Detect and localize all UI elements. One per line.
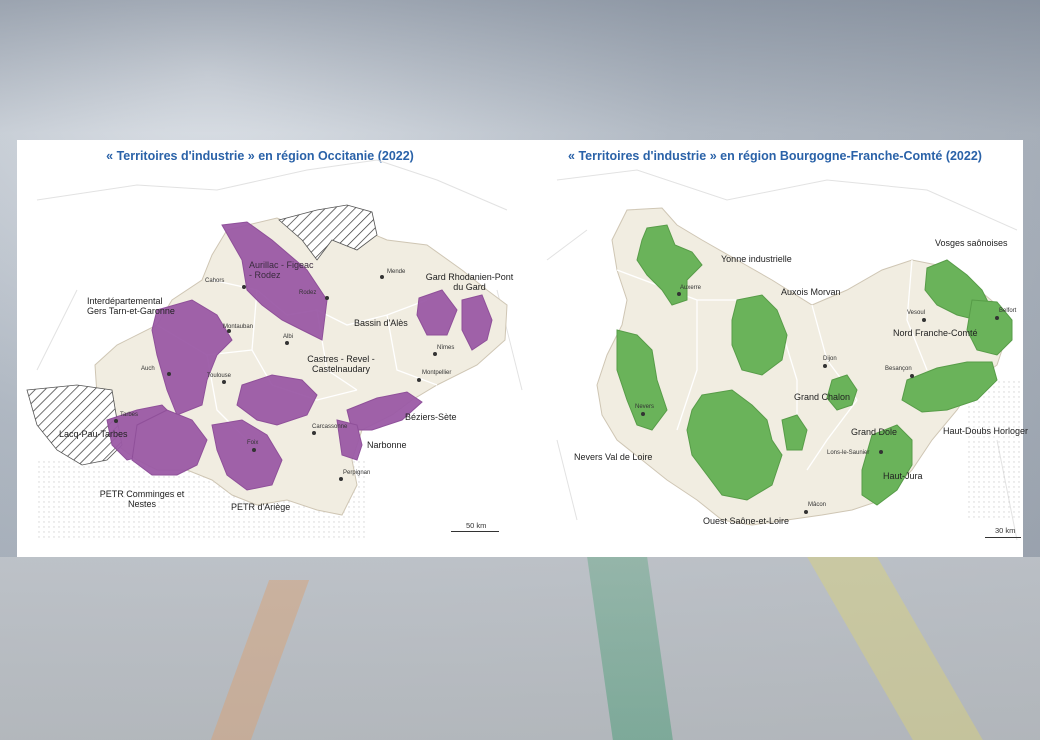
territory-label-castres: Castres - Revel - Castelnaudary (307, 354, 375, 374)
city-dot (879, 450, 883, 454)
territory-label-petr-comminges: PETR Comminges et Nestes (99, 489, 185, 509)
city-dot (995, 316, 999, 320)
scale-bar (985, 537, 1021, 538)
city-label: Nîmes (437, 345, 455, 351)
territory-label-grand-dole: Grand Dole (851, 427, 898, 437)
city-label: Montauban (223, 324, 254, 330)
city-label: Lons-le-Saunier (827, 450, 870, 456)
territory-label-narbonne: Narbonne (367, 440, 407, 450)
city-label: Tarbes (120, 412, 139, 418)
city-label: Perpignan (343, 470, 371, 476)
territory-label-haut-jura: Haut-Jura (883, 471, 923, 481)
city-dot (312, 431, 316, 435)
territory-label-petr-ariege: PETR d'Ariège (231, 502, 291, 512)
territory-label-bassin-ales: Bassin d'Alès (354, 318, 408, 328)
territory-label-nord-franche-comte: Nord Franche-Comté (893, 328, 978, 338)
territory-label-gard-rhodanien: Gard Rhodanien-Pont du Gard (425, 272, 514, 292)
territory-label-lacq-pau-tarbes: Lacq-Pau-Tarbes (59, 429, 128, 439)
city-label: Auch (141, 366, 155, 372)
city-label: Cahors (205, 278, 225, 284)
city-label: Nevers (635, 404, 655, 410)
city-dot (641, 412, 645, 416)
city-dot (222, 380, 226, 384)
city-dot (417, 378, 421, 382)
bfc-map: « Territoires d'industrie » en région Bo… (527, 140, 1028, 557)
city-dot (252, 448, 256, 452)
territory-label-grand-chalon: Grand Chalon (794, 392, 851, 402)
bfc-map-graphic (546, 169, 1023, 541)
city-label: Rodez (299, 290, 317, 296)
city-label: Belfort (999, 308, 1017, 314)
scale-label: 30 km (995, 526, 1016, 535)
city-label: Montpellier (422, 370, 452, 376)
territory-label-aurillac: Aurillac - Figeac - Rodez (249, 260, 314, 280)
occitanie-map: « Territoires d'industrie » en région Oc… (17, 140, 527, 557)
city-label: Vesoul (907, 310, 926, 316)
city-dot (167, 372, 171, 376)
scale-label: 50 km (466, 521, 487, 530)
city-label: Mende (387, 269, 406, 275)
city-label: Mâcon (808, 502, 827, 508)
city-label: Toulouse (207, 373, 232, 379)
city-label: Carcassonne (312, 424, 348, 430)
city-dot (922, 318, 926, 322)
territory-label-nevers-val-de-loire: Nevers Val de Loire (574, 452, 653, 462)
scale-bar (451, 531, 499, 532)
city-dot (823, 364, 827, 368)
city-dot (242, 285, 246, 289)
city-dot (433, 352, 437, 356)
maps-panel: « Territoires d'industrie » en région Oc… (17, 140, 1028, 557)
territory-label-vosges-saonoises: Vosges saônoises (935, 238, 1008, 248)
territory-label-beziers-sete: Béziers-Sète (405, 412, 457, 422)
city-label: Besançon (885, 366, 912, 372)
city-dot (339, 477, 343, 481)
territory-label-ouest-saone-et-loire: Ouest Saône-et-Loire (703, 516, 790, 526)
territory-label-auxois-morvan: Auxois Morvan (781, 287, 841, 297)
city-dot (285, 341, 289, 345)
city-dot (910, 374, 914, 378)
city-dot (677, 292, 681, 296)
territory-label-yonne-industrielle: Yonne industrielle (721, 254, 792, 264)
city-label: Albi (283, 334, 294, 340)
city-label: Auxerre (680, 285, 702, 291)
territory-label-haut-doubs: Haut-Doubs Horloger (943, 426, 1029, 436)
city-label: Dijon (823, 356, 837, 362)
territory-label-gers-tarn: Interdépartemental Gers Tarn-et-Garonne (87, 296, 175, 316)
city-label: Foix (247, 440, 259, 446)
city-dot (325, 296, 329, 300)
city-dot (380, 275, 384, 279)
city-dot (804, 510, 808, 514)
city-dot (114, 419, 118, 423)
